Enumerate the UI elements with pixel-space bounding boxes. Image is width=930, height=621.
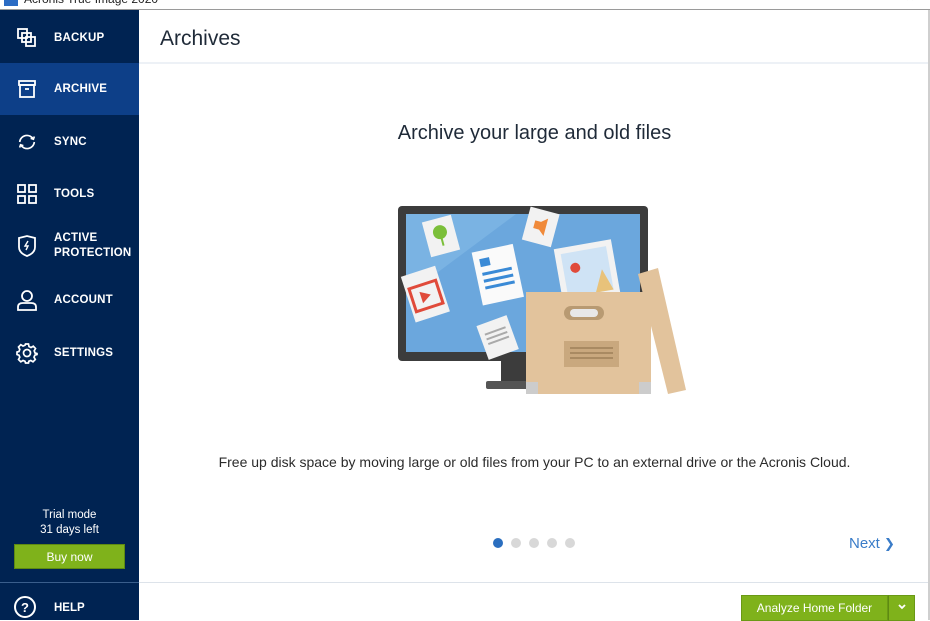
label-line-1: ACTIVE [54,232,98,244]
sidebar-item-active-protection[interactable]: ACTIVE PROTECTION [0,220,139,272]
carousel-dot-5[interactable] [565,538,575,548]
window-title: Acronis True Image 2020 [24,0,158,6]
feature-description: Free up disk space by moving large or ol… [218,454,851,470]
sidebar-divider [0,582,139,583]
carousel-dot-4[interactable] [547,538,557,548]
gear-icon [16,342,38,364]
label-line-2: PROTECTION [54,247,132,259]
close-button[interactable]: ✕ [905,0,915,4]
footer-divider [139,582,930,583]
carousel-dot-2[interactable] [511,538,521,548]
sidebar-item-label: ARCHIVE [54,82,108,95]
sidebar-item-account[interactable]: ACCOUNT [0,274,139,326]
sidebar-item-archive[interactable]: ARCHIVE [0,63,139,115]
carousel-dot-1[interactable] [493,538,503,548]
sidebar-item-label: SYNC [54,135,87,148]
help-label: HELP [54,602,85,614]
page-title: Archives [160,27,241,50]
sidebar-item-label: BACKUP [54,31,105,44]
sidebar-item-sync[interactable]: SYNC [0,116,139,168]
trial-mode-text: Trial mode [42,509,97,521]
chevron-down-icon [897,603,907,614]
sidebar-item-settings[interactable]: SETTINGS [0,327,139,379]
app-icon [4,0,18,6]
buy-now-button[interactable]: Buy now [14,544,125,569]
analyze-options-dropdown[interactable] [888,595,915,621]
feature-headline: Archive your large and old files [397,122,672,144]
user-icon [16,289,38,311]
trial-status: Trial mode 31 days left [0,508,139,538]
sidebar-item-help[interactable]: ? HELP [0,594,139,620]
analyze-home-folder-button[interactable]: Analyze Home Folder [741,595,888,621]
sidebar-item-label: ACTIVE PROTECTION [54,231,131,261]
sidebar-item-label: TOOLS [54,187,95,200]
sync-icon [16,131,38,153]
archive-illustration [396,196,691,406]
sidebar-item-label: SETTINGS [54,346,114,359]
sidebar-item-backup[interactable]: BACKUP [0,12,139,64]
chevron-right-icon: ❯ [884,536,895,551]
help-icon: ? [14,596,36,618]
sidebar-item-tools[interactable]: TOOLS [0,168,139,220]
window-titlebar: Acronis True Image 2020 — ✕ [0,0,930,10]
sidebar-item-label: ACCOUNT [54,293,113,306]
next-button[interactable]: Next ❯ [849,535,895,552]
shield-icon [16,235,38,257]
next-label: Next [849,535,880,552]
backup-icon [16,27,38,49]
archive-box-icon [16,78,38,100]
sidebar: BACKUP ARCHIVE SYNC TOOLS ACTIVE PROTECTI… [0,10,139,620]
tools-grid-icon [16,183,38,205]
carousel-dot-3[interactable] [529,538,539,548]
page-header: Archives [139,10,930,64]
carousel-pager [493,538,575,548]
minimize-button[interactable]: — [868,0,880,4]
trial-days-left: 31 days left [40,524,99,536]
